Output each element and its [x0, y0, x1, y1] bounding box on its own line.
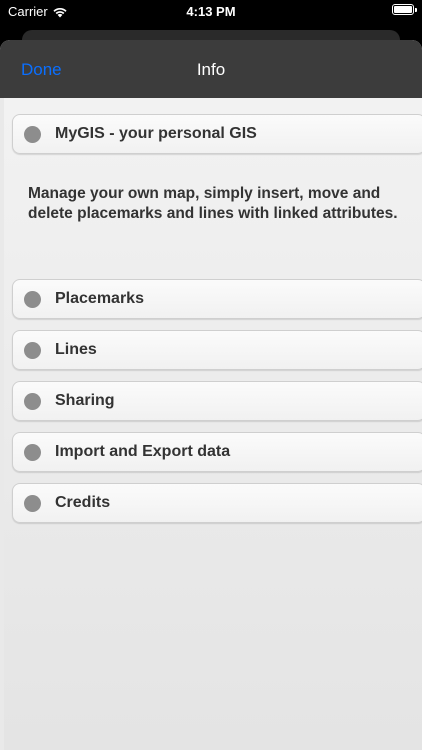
menu-item-lines[interactable]: Lines: [12, 330, 422, 370]
menu-item-label: Placemarks: [55, 290, 144, 307]
menu-item-sharing[interactable]: Sharing: [12, 381, 422, 421]
header-item-mygis[interactable]: MyGIS - your personal GIS: [12, 114, 422, 154]
menu-item-label: Credits: [55, 494, 111, 511]
menu-item-credits[interactable]: Credits: [12, 483, 422, 523]
menu-item-placemarks[interactable]: Placemarks: [12, 279, 422, 319]
info-sheet: Done Info MyGIS - your personal GIS Mana…: [0, 40, 422, 750]
status-time: 4:13 PM: [186, 4, 236, 19]
navigation-bar: Done Info: [0, 40, 422, 98]
app-description: Manage your own map, simply insert, move…: [28, 185, 398, 222]
status-bar: Carrier 4:13 PM: [0, 0, 422, 26]
circle-bullet-icon: [24, 290, 41, 308]
menu-item-label: Import and Export data: [55, 443, 231, 460]
header-item-label: MyGIS - your personal GIS: [55, 125, 257, 142]
menu-item-label: Lines: [55, 341, 97, 358]
circle-bullet-icon: [24, 392, 41, 410]
menu-item-import-export[interactable]: Import and Export data: [12, 432, 422, 472]
menu-item-label: Sharing: [55, 392, 115, 409]
circle-bullet-icon: [24, 443, 41, 461]
battery-level: [394, 6, 412, 13]
battery-icon: [392, 4, 417, 15]
circle-bullet-icon: [24, 125, 41, 143]
circle-bullet-icon: [24, 494, 41, 512]
nav-title: Info: [196, 60, 226, 79]
app-screen: Carrier 4:13 PM Done Info MyGIS - your p…: [0, 0, 422, 750]
circle-bullet-icon: [24, 341, 41, 359]
info-content: MyGIS - your personal GIS Manage your ow…: [4, 98, 422, 750]
